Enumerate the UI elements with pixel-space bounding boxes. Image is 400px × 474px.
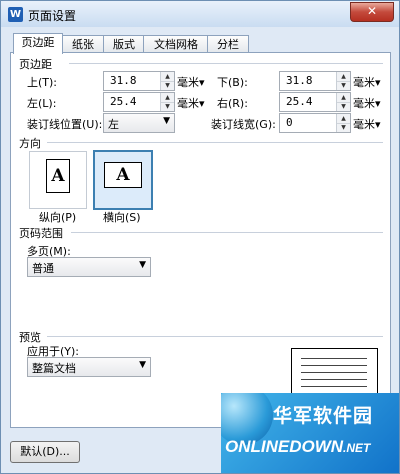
divider	[69, 63, 383, 64]
gutter-position-select[interactable]: 左 ▼	[103, 113, 175, 133]
right-margin-unit-dropdown[interactable]: 毫米▾	[353, 95, 381, 111]
margins-section-label: 页边距	[19, 58, 52, 71]
preview-text-line	[301, 365, 367, 366]
spin-down-icon[interactable]: ▼	[337, 102, 350, 111]
watermark-en: ONLINEDOWN.NET	[225, 437, 370, 457]
site-watermark: 华军软件园 ONLINEDOWN.NET	[221, 393, 399, 473]
divider	[47, 336, 383, 337]
spin-down-icon[interactable]: ▼	[337, 123, 350, 132]
default-button[interactable]: 默认(D)...	[10, 441, 80, 463]
spin-down-icon[interactable]: ▼	[161, 81, 174, 90]
multiple-pages-select[interactable]: 普通 ▼	[27, 257, 151, 277]
gutter-width-unit-dropdown[interactable]: 毫米▾	[353, 116, 381, 132]
landscape-option[interactable]: A	[93, 150, 153, 210]
wps-writer-icon: W	[8, 7, 23, 22]
landscape-page-icon: A	[104, 162, 142, 188]
top-margin-label: 上(T):	[27, 76, 58, 89]
gutter-width-spinner[interactable]: 0 ▲ ▼	[279, 113, 351, 133]
preview-text-line	[301, 379, 367, 380]
tab-margins[interactable]: 页边距	[13, 33, 63, 54]
top-margin-value: 31.8	[110, 74, 137, 87]
bottom-margin-value: 31.8	[286, 74, 313, 87]
orientation-section-label: 方向	[19, 137, 41, 150]
window-title: 页面设置	[28, 9, 77, 23]
top-margin-spinner[interactable]: 31.8 ▲ ▼	[103, 71, 175, 91]
left-margin-label: 左(L):	[27, 97, 57, 110]
preview-text-line	[301, 386, 367, 387]
landscape-label: 横向(S)	[103, 211, 141, 224]
bottom-margin-label: 下(B):	[217, 76, 248, 89]
apply-to-select[interactable]: 整篇文档 ▼	[27, 357, 151, 377]
left-margin-unit-dropdown[interactable]: 毫米▾	[177, 95, 205, 111]
close-icon: ✕	[366, 4, 378, 18]
spin-down-icon[interactable]: ▼	[337, 81, 350, 90]
close-button[interactable]: ✕	[350, 2, 394, 22]
top-margin-unit-dropdown[interactable]: 毫米▾	[177, 74, 205, 90]
portrait-page-icon: A	[46, 159, 70, 193]
watermark-en-main: ONLINEDOWN	[225, 437, 344, 456]
tab-layout[interactable]: 版式	[103, 35, 145, 53]
page-setup-dialog: W 页面设置 ✕ 页边距 纸张 版式 文档网格 分栏 页边距 上(T): 31.…	[0, 0, 400, 474]
left-margin-value: 25.4	[110, 95, 137, 108]
chevron-down-icon: ▼	[163, 116, 170, 126]
right-margin-value: 25.4	[286, 95, 313, 108]
apply-to-value: 整篇文档	[32, 362, 76, 375]
tab-document-grid[interactable]: 文档网格	[143, 35, 209, 53]
title-bar: W 页面设置 ✕	[1, 1, 399, 27]
gutter-position-value: 左	[108, 118, 119, 131]
portrait-option[interactable]: A	[29, 151, 87, 209]
spin-down-icon[interactable]: ▼	[161, 102, 174, 111]
gutter-width-label: 装订线宽(G):	[211, 118, 276, 131]
bottom-margin-unit-dropdown[interactable]: 毫米▾	[353, 74, 381, 90]
preview-text-line	[301, 358, 367, 359]
gutter-position-label: 装订线位置(U):	[27, 118, 103, 131]
left-margin-spinner[interactable]: 25.4 ▲ ▼	[103, 92, 175, 112]
page-range-section-label: 页码范围	[19, 227, 63, 240]
right-margin-label: 右(R):	[217, 97, 248, 110]
gutter-width-value: 0	[286, 116, 293, 129]
preview-text-line	[301, 372, 367, 373]
tab-columns[interactable]: 分栏	[207, 35, 249, 53]
tab-paper[interactable]: 纸张	[61, 35, 105, 53]
watermark-cn: 华军软件园	[273, 405, 374, 427]
portrait-label: 纵向(P)	[39, 211, 77, 224]
chevron-down-icon: ▼	[139, 360, 146, 370]
divider	[47, 142, 383, 143]
bottom-margin-spinner[interactable]: 31.8 ▲ ▼	[279, 71, 351, 91]
margins-panel: 页边距 上(T): 31.8 ▲ ▼ 毫米▾ 下(B): 31.8 ▲ ▼ 毫米▾ …	[10, 52, 391, 428]
divider	[71, 232, 383, 233]
right-margin-spinner[interactable]: 25.4 ▲ ▼	[279, 92, 351, 112]
multiple-pages-value: 普通	[32, 262, 54, 275]
watermark-net: .NET	[343, 441, 371, 455]
chevron-down-icon: ▼	[139, 260, 146, 270]
